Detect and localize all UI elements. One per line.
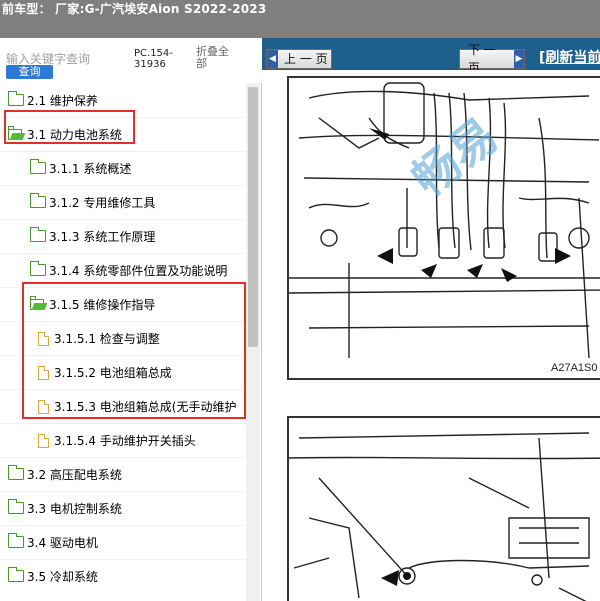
tree-item-label: 3.1.5 维修操作指导 bbox=[49, 297, 156, 312]
tree-item-label: 3.1.5.1 检查与调整 bbox=[54, 331, 160, 346]
tree-item-3-5[interactable]: 3.5 冷却系统 bbox=[8, 559, 98, 593]
tree-item-3-1-5-1[interactable]: 3.1.5.1 检查与调整 bbox=[38, 321, 160, 355]
title-bar: 前车型： 厂家:G-广汽埃安Aion S2022-2023 bbox=[0, 0, 600, 38]
tree-item-3-1-5[interactable]: 3.1.5 维修操作指导 bbox=[30, 287, 155, 321]
search-button[interactable]: 查询 bbox=[6, 65, 53, 79]
left-panel: 输入关键字查询 查询 PC.154-31936 折叠全部 2.1 维护保养 3.… bbox=[0, 38, 262, 601]
tree-item-label: 3.1.1 系统概述 bbox=[49, 161, 132, 176]
tree-item-label: 3.1.5.3 电池组箱总成(无手动维护 bbox=[54, 399, 237, 414]
tree-item-label: 3.3 电机控制系统 bbox=[27, 501, 122, 516]
folder-closed-icon bbox=[8, 566, 24, 583]
figure-code: A27A1S0 bbox=[551, 362, 598, 374]
document-icon bbox=[38, 399, 51, 414]
search-bar: 输入关键字查询 查询 PC.154-31936 折叠全部 bbox=[0, 38, 262, 83]
tree-item-3-4[interactable]: 3.4 驱动电机 bbox=[8, 525, 98, 559]
tree-item-3-1-5-4[interactable]: 3.1.5.4 手动维护开关插头 bbox=[38, 423, 196, 457]
folder-open-icon bbox=[30, 295, 48, 311]
folder-closed-icon bbox=[8, 498, 24, 515]
arrow-left-icon: ◀ bbox=[267, 50, 278, 68]
tree-item-3-1-4[interactable]: 3.1.4 系统零部件位置及功能说明 bbox=[30, 253, 227, 287]
tree-item-label: 3.1.5.4 手动维护开关插头 bbox=[54, 433, 196, 448]
tree-item-label: 3.2 高压配电系统 bbox=[27, 467, 122, 482]
catalog-tree: 2.1 维护保养 3.1 动力电池系统 3.1.1 系统概述 3.1.2 专用维… bbox=[0, 83, 246, 601]
document-icon bbox=[38, 331, 51, 346]
tree-item-label: 3.1.2 专用维修工具 bbox=[49, 195, 156, 210]
collapse-all-button[interactable]: 折叠全部 bbox=[196, 46, 236, 70]
folder-closed-icon bbox=[30, 158, 46, 175]
prev-page-button[interactable]: ◀ 上 一 页 bbox=[266, 49, 332, 69]
tree-item-label: 2.1 维护保养 bbox=[27, 93, 98, 108]
window-title: 前车型： 厂家:G-广汽埃安Aion S2022-2023 bbox=[2, 2, 267, 16]
tree-scrollbar[interactable] bbox=[246, 83, 260, 601]
service-diagram-2 bbox=[287, 416, 600, 601]
tree-item-label: 3.1.4 系统零部件位置及功能说明 bbox=[49, 263, 228, 278]
tree-item-3-1-5-2[interactable]: 3.1.5.2 电池组箱总成 bbox=[38, 355, 172, 389]
folder-closed-icon bbox=[8, 90, 24, 107]
tree-item-label: 3.1 动力电池系统 bbox=[27, 127, 122, 142]
content-panel: ◀ 上 一 页 下 一 页 ▶ [刷新当前 A27A1S0 畅易 bbox=[262, 38, 600, 601]
tree-item-label: 3.5 冷却系统 bbox=[27, 569, 98, 584]
tree-item-3-2[interactable]: 3.2 高压配电系统 bbox=[8, 457, 122, 491]
document-viewer: A27A1S0 畅易 bbox=[262, 70, 600, 601]
folder-closed-icon bbox=[30, 226, 46, 243]
document-icon bbox=[38, 433, 51, 448]
document-icon bbox=[38, 365, 51, 380]
tree-item-3-1-3[interactable]: 3.1.3 系统工作原理 bbox=[30, 219, 155, 253]
tree-item-3-1-1[interactable]: 3.1.1 系统概述 bbox=[30, 151, 131, 185]
folder-closed-icon bbox=[8, 464, 24, 481]
refresh-link[interactable]: [刷新当前 bbox=[539, 47, 600, 67]
tree-item-label: 3.1.3 系统工作原理 bbox=[49, 229, 156, 244]
tree-item-3-3[interactable]: 3.3 电机控制系统 bbox=[8, 491, 122, 525]
next-page-button[interactable]: 下 一 页 ▶ bbox=[459, 43, 525, 75]
diagram-illustration bbox=[289, 432, 600, 601]
arrow-right-icon: ▶ bbox=[513, 50, 524, 68]
tree-item-3-1-5-3[interactable]: 3.1.5.3 电池组箱总成(无手动维护 bbox=[38, 389, 236, 423]
scrollbar-thumb[interactable] bbox=[248, 87, 258, 347]
tree-item-label: 3.4 驱动电机 bbox=[27, 535, 98, 550]
folder-closed-icon bbox=[30, 192, 46, 209]
page-nav-bar: ◀ 上 一 页 下 一 页 ▶ [刷新当前 bbox=[262, 38, 600, 75]
tree-item-3-1-2[interactable]: 3.1.2 专用维修工具 bbox=[30, 185, 155, 219]
folder-closed-icon bbox=[30, 260, 46, 277]
tree-item-3-1[interactable]: 3.1 动力电池系统 bbox=[8, 117, 122, 151]
tree-item-label: 3.1.5.2 电池组箱总成 bbox=[54, 365, 172, 380]
pc-code: PC.154-31936 bbox=[134, 48, 173, 70]
tree-item-2-1[interactable]: 2.1 维护保养 bbox=[8, 83, 98, 117]
folder-open-icon bbox=[8, 125, 26, 141]
folder-closed-icon bbox=[8, 532, 24, 549]
